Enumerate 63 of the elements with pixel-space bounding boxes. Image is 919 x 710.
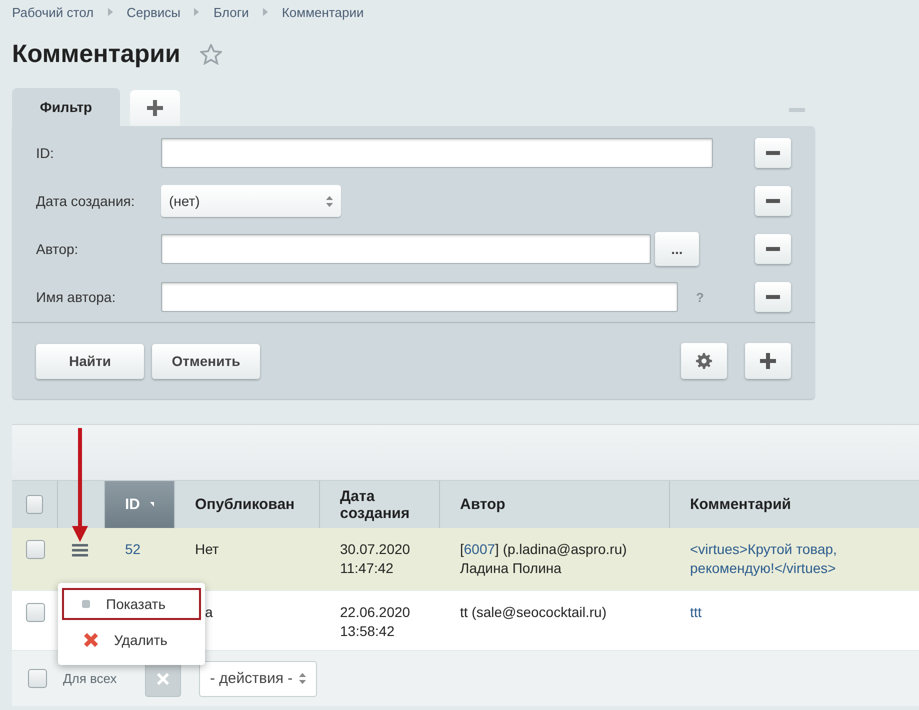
minus-icon	[766, 199, 780, 203]
chevron-icon	[262, 8, 268, 16]
settings-button[interactable]	[681, 343, 727, 379]
menu-item[interactable]: Удалить	[62, 624, 201, 656]
minus-icon	[766, 295, 780, 299]
breadcrumb-link[interactable]: Блоги	[213, 4, 249, 20]
minus-icon	[766, 151, 780, 155]
comment-link[interactable]: <virtues>Крутой товар, рекомендую!</virtues>	[690, 540, 895, 578]
column-header[interactable]: Дата создания	[340, 488, 419, 522]
published-text: Нет	[195, 541, 219, 557]
breadcrumb-link[interactable]: Сервисы	[126, 4, 180, 20]
column-header[interactable]: Автор	[460, 496, 506, 513]
menu-icon[interactable]	[72, 544, 88, 557]
gear-icon	[696, 353, 712, 369]
breadcrumb-link[interactable]: Комментарии	[282, 4, 364, 20]
id-link[interactable]: 52	[125, 541, 141, 557]
author-text: tt (sale@seococktail.ru)	[460, 604, 606, 620]
date-select[interactable]: (нет)	[161, 185, 341, 217]
date-text: 22.06.2020 13:58:42	[340, 604, 410, 639]
find-button[interactable]: Найти	[36, 344, 144, 378]
field-label: ID:	[36, 145, 55, 161]
column-header[interactable]: Опубликован	[195, 496, 295, 513]
id-field[interactable]	[161, 138, 713, 168]
author-id-link[interactable]: 6007	[464, 541, 496, 557]
plus-icon	[147, 100, 163, 116]
close-icon	[157, 672, 169, 684]
breadcrumb-link[interactable]: Рабочий стол	[12, 4, 94, 20]
comment-link[interactable]: ttt	[690, 603, 895, 622]
field-label: Дата создания:	[36, 193, 136, 209]
updown-icon	[298, 673, 306, 684]
add-tab-button[interactable]	[130, 90, 180, 126]
filter-tab[interactable]: Фильтр	[12, 88, 120, 126]
date-text: 30.07.2020 11:47:42	[340, 541, 410, 576]
menu-item[interactable]: Показать	[62, 588, 201, 620]
apply-all-label: Для всех	[63, 671, 118, 686]
updown-icon	[326, 196, 333, 206]
checkbox[interactable]	[26, 603, 45, 622]
cancel-button[interactable]: Отменить	[152, 344, 260, 378]
remove-field-button[interactable]	[755, 234, 791, 264]
sort-caret-icon	[150, 502, 154, 508]
author-name-field[interactable]	[161, 282, 678, 312]
checkbox[interactable]	[28, 669, 47, 688]
browse-button[interactable]: ...	[655, 232, 699, 266]
remove-field-button[interactable]	[755, 138, 791, 168]
action-select[interactable]: - действия -	[199, 660, 317, 696]
author-text: [6007] (p.ladina@aspro.ru) Ладина Полина	[460, 541, 627, 576]
cross-icon	[84, 633, 98, 647]
checkbox[interactable]	[26, 495, 43, 514]
page-title: Комментарии	[12, 40, 180, 68]
field-label: Автор:	[36, 241, 80, 257]
checkbox[interactable]	[26, 540, 45, 559]
chevron-icon	[108, 8, 113, 16]
author-field[interactable]	[161, 234, 651, 264]
field-label: Имя автора:	[36, 289, 117, 305]
remove-field-button[interactable]	[755, 282, 791, 312]
column-header[interactable]: Комментарий	[690, 496, 792, 513]
published-text: а	[205, 604, 213, 620]
star-icon[interactable]	[200, 44, 222, 64]
add-filter-button[interactable]	[745, 343, 791, 379]
minus-icon	[766, 247, 780, 251]
remove-field-button[interactable]	[755, 186, 791, 216]
plus-icon	[760, 353, 776, 369]
chevron-icon	[194, 8, 200, 16]
